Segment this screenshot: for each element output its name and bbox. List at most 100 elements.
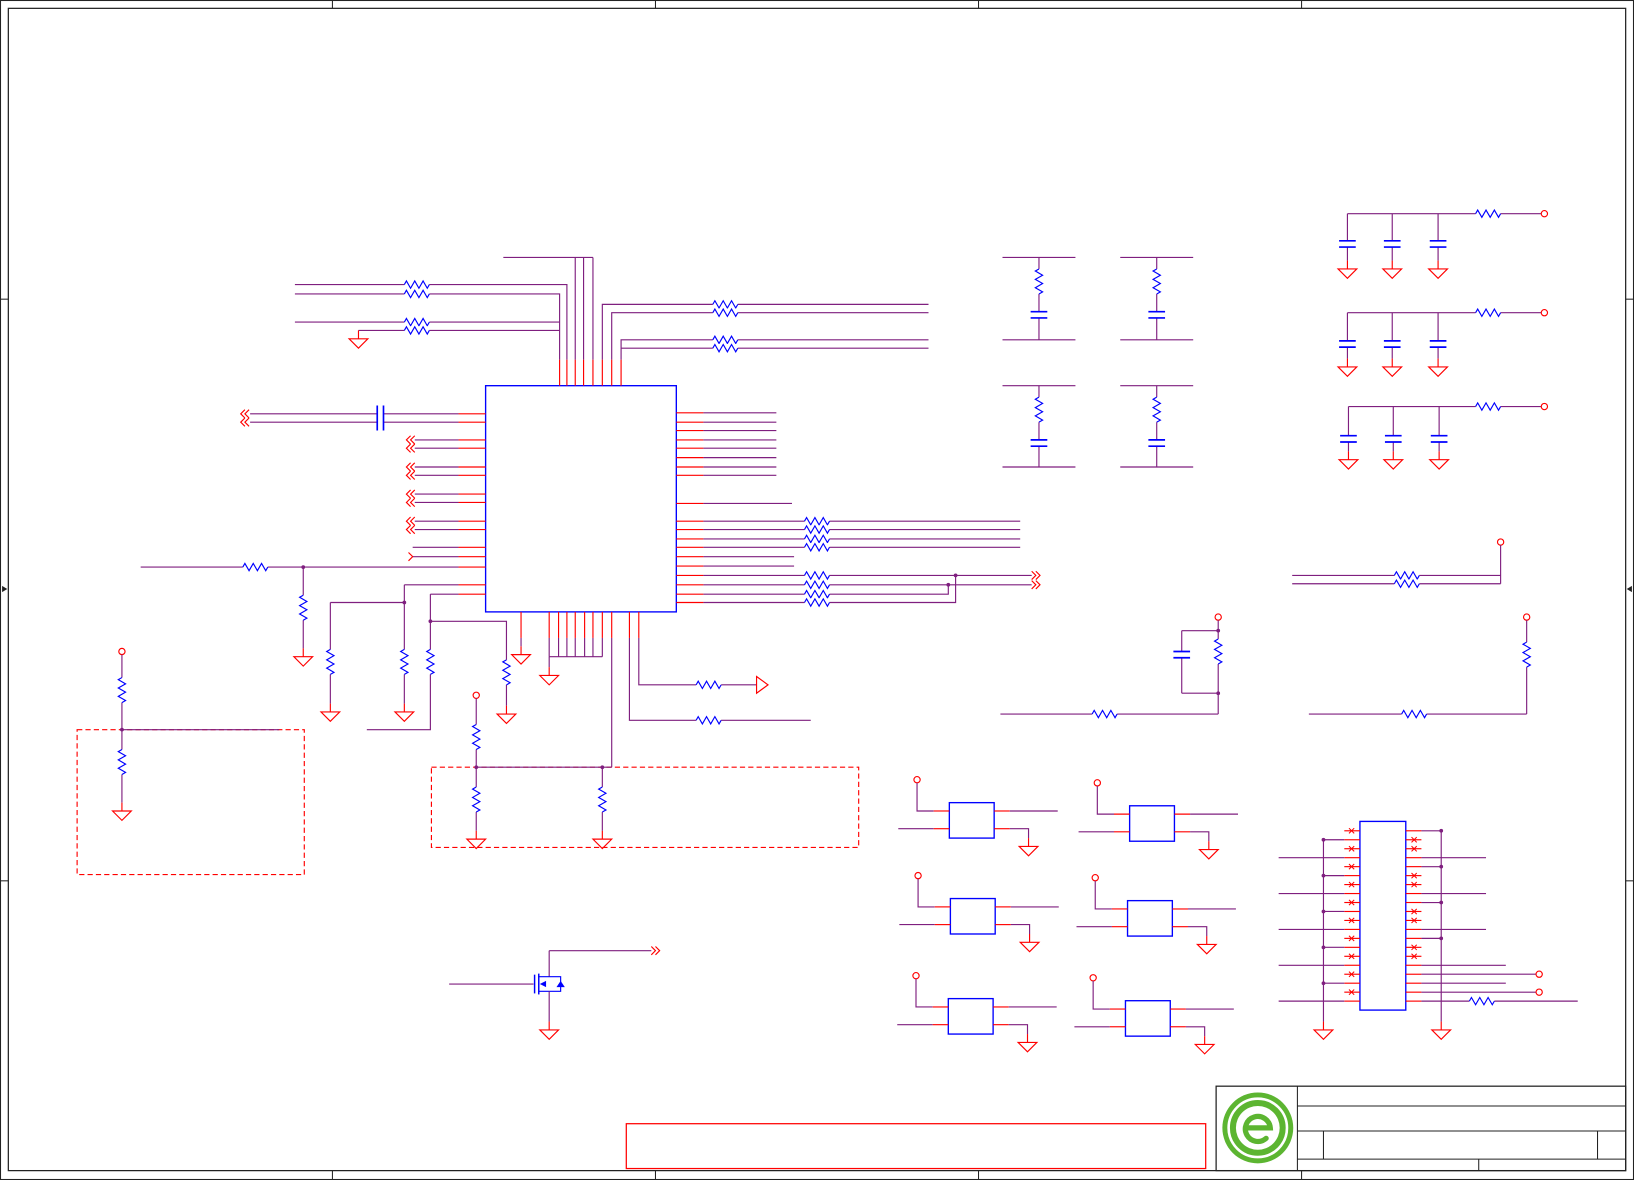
resistor xyxy=(803,542,831,553)
resistor xyxy=(1034,268,1044,295)
resistor xyxy=(803,589,831,599)
resistor xyxy=(471,786,482,813)
junction-dot xyxy=(1439,900,1444,905)
capacitor xyxy=(1428,340,1448,348)
resistor xyxy=(1475,208,1502,219)
resistor xyxy=(117,677,127,704)
capacitor xyxy=(1383,434,1403,443)
junction-dot xyxy=(1321,909,1326,914)
capacitor-gap xyxy=(1429,435,1449,442)
resistor xyxy=(298,594,309,621)
resistor xyxy=(471,723,482,750)
power-port-icon xyxy=(1535,970,1543,978)
resistor xyxy=(403,279,430,290)
resistor xyxy=(117,748,127,776)
junction-dot xyxy=(120,727,124,732)
resistor xyxy=(597,786,608,813)
junction-dot xyxy=(953,573,958,578)
resistor xyxy=(403,289,430,299)
resistor xyxy=(403,325,430,336)
resistor xyxy=(1091,709,1118,719)
capacitor-gap xyxy=(1147,439,1167,447)
resistor xyxy=(803,579,831,590)
junction-dot xyxy=(1321,981,1326,986)
junction-dot xyxy=(1439,936,1444,941)
capacitor xyxy=(1147,439,1167,447)
junction-dot xyxy=(600,765,605,770)
power-port-icon xyxy=(1540,402,1549,411)
resistor xyxy=(695,680,722,690)
capacitor-gap xyxy=(1383,435,1403,442)
capacitor-gap xyxy=(1382,340,1402,348)
junction-dot xyxy=(474,765,479,770)
capacitor-gap xyxy=(1339,435,1358,442)
resistor xyxy=(695,715,722,726)
junction-dot xyxy=(1439,828,1444,833)
junction-dot xyxy=(301,565,306,569)
capacitor xyxy=(376,405,385,431)
power-port-icon xyxy=(1496,538,1505,546)
resistor xyxy=(712,307,739,318)
capacitor xyxy=(1428,239,1448,248)
resistor xyxy=(1393,578,1420,589)
junction-dot xyxy=(1216,628,1221,633)
resistor xyxy=(399,648,410,675)
capacitor-gap xyxy=(1147,311,1167,318)
resistor xyxy=(803,570,831,581)
capacitor-gap xyxy=(1428,240,1448,248)
resistor xyxy=(712,343,739,353)
resistor xyxy=(1034,396,1044,423)
company-logo-icon xyxy=(1222,1092,1294,1164)
resistor xyxy=(1521,641,1532,668)
capacitor-gap xyxy=(1172,651,1192,658)
junction-dot xyxy=(1321,837,1326,842)
power-port-icon xyxy=(1093,779,1102,787)
junction-dot xyxy=(946,582,951,587)
resistor xyxy=(803,516,831,527)
resistor xyxy=(403,317,430,327)
capacitor-gap xyxy=(1338,340,1357,348)
resistor xyxy=(1213,638,1224,665)
schematic-sheet xyxy=(0,0,1634,1180)
schematic-page xyxy=(0,0,1634,1180)
capacitor xyxy=(1172,650,1192,659)
resistor xyxy=(325,648,336,675)
power-port-icon xyxy=(1535,988,1543,996)
resistor xyxy=(1401,709,1428,719)
capacitor xyxy=(1029,310,1049,319)
power-port-icon xyxy=(1089,974,1097,982)
capacitor xyxy=(1029,439,1049,447)
resistor xyxy=(803,534,831,544)
junction-dot xyxy=(428,619,433,624)
power-port-icon xyxy=(1214,613,1222,621)
resistor xyxy=(712,335,739,345)
junction-dot xyxy=(1439,864,1444,869)
capacitor-gap xyxy=(1428,340,1448,348)
resistor xyxy=(803,597,831,608)
power-port-icon xyxy=(912,971,920,980)
capacitor xyxy=(1339,434,1358,443)
capacitor xyxy=(1382,239,1402,248)
capacitor xyxy=(1429,434,1449,443)
capacitor-gap xyxy=(1338,240,1357,248)
resistor xyxy=(501,659,512,686)
junction-dot xyxy=(1216,691,1221,696)
power-port-icon xyxy=(914,871,922,880)
power-port-icon xyxy=(913,776,921,784)
power-port-icon xyxy=(1522,613,1531,621)
resistor xyxy=(803,524,831,535)
capacitor xyxy=(1382,340,1402,348)
power-port-icon xyxy=(1540,209,1549,218)
resistor xyxy=(242,562,269,572)
power-port-icon xyxy=(118,647,126,656)
capacitor xyxy=(1338,340,1357,348)
resistor xyxy=(1151,396,1162,423)
capacitor-gap xyxy=(1382,240,1402,248)
resistor xyxy=(1468,996,1495,1006)
resistor xyxy=(1475,307,1502,318)
resistor xyxy=(425,648,436,675)
power-port-icon xyxy=(1091,874,1099,882)
resistor xyxy=(1475,401,1502,412)
capacitor xyxy=(1147,310,1167,319)
junction-dot xyxy=(1321,873,1326,878)
